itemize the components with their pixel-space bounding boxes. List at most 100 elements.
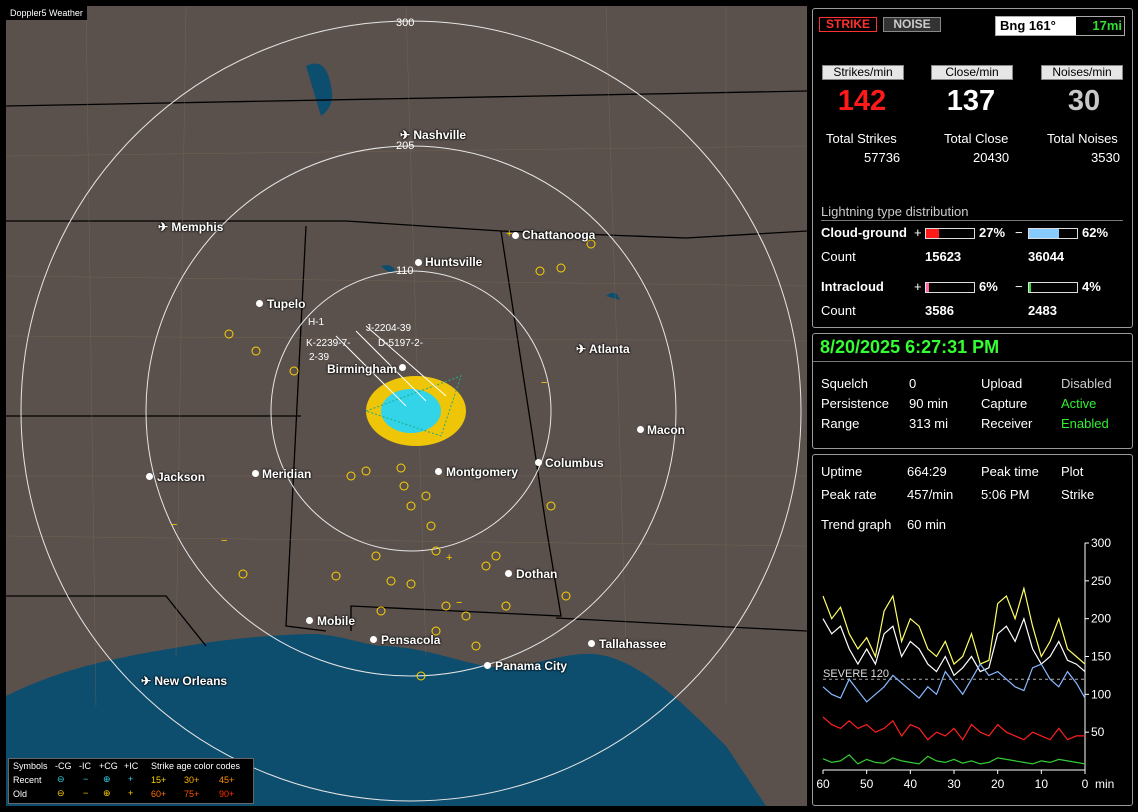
pos-ic-old-icon: + — [128, 788, 134, 798]
cg-negative-count: 36044 — [1028, 249, 1065, 264]
strikes-per-min-label: Strikes/min — [822, 65, 904, 80]
x-axis-label: min — [1095, 777, 1114, 791]
strikes-per-min-value: 142 — [837, 85, 887, 117]
status-panel: 8/20/2025 6:27:31 PM Squelch 0 Persisten… — [812, 333, 1133, 449]
city-dot — [637, 426, 644, 433]
ic-negative-bar — [1028, 282, 1078, 293]
cg-pos-sign: + — [914, 225, 922, 240]
cloud-ground-label: Cloud-ground — [821, 225, 907, 240]
plot-label: Plot — [1061, 464, 1084, 479]
city-mobile: Mobile — [317, 614, 355, 628]
cg-negative-pct: 62% — [1082, 225, 1109, 240]
capture-value: Active — [1061, 396, 1097, 411]
legend-header: +CG — [99, 761, 118, 771]
neg-cg-old-icon: ⊖ — [57, 788, 65, 798]
svg-text:−: − — [541, 377, 547, 389]
strike-button[interactable]: STRIKE — [819, 17, 877, 32]
total-close-value: 20430 — [973, 150, 1010, 165]
city-dot — [588, 640, 595, 647]
cg-neg-sign: − — [1015, 225, 1023, 240]
storm-label: D-5197-2- — [378, 338, 424, 349]
legend-symbols-label: Symbols — [13, 761, 48, 771]
capture-label: Capture — [981, 396, 1028, 411]
distribution-title: Lightning type distribution — [821, 204, 969, 219]
city-dot — [484, 662, 491, 669]
city-jackson: Jackson — [157, 470, 206, 484]
x-tick-label: 30 — [947, 777, 961, 791]
ic-positive-count: 3586 — [925, 303, 954, 318]
y-tick-label: 200 — [1091, 612, 1111, 626]
peak-time-label: Peak time — [981, 464, 1039, 479]
ic-neg-sign: − — [1015, 279, 1023, 294]
city-macon: Macon — [647, 423, 686, 437]
uptime-value: 664:29 — [907, 464, 947, 479]
legend-age-title: Strike age color codes — [151, 761, 241, 771]
age-75: 75+ — [184, 789, 200, 799]
city-atlanta: ✈ Atlanta — [576, 342, 630, 356]
city-montgomery: Montgomery — [446, 465, 518, 479]
city-dot — [512, 232, 519, 239]
x-tick-label: 10 — [1035, 777, 1049, 791]
city-new-orleans: ✈ New Orleans — [141, 674, 228, 688]
x-tick-label: 20 — [991, 777, 1005, 791]
map-title: Doppler5 Weather — [6, 6, 87, 20]
peak-rate-label: Peak rate — [821, 487, 877, 502]
legend-header: -IC — [79, 761, 91, 771]
age-30: 30+ — [184, 775, 200, 785]
cg-positive-count: 15623 — [925, 249, 962, 264]
city-meridian: Meridian — [262, 467, 312, 481]
total-noises-value: 3530 — [1091, 150, 1120, 165]
age-60: 60+ — [151, 789, 167, 799]
age-45: 45+ — [219, 775, 235, 785]
city-dothan: Dothan — [516, 567, 558, 581]
plot-value[interactable]: Strike — [1061, 487, 1094, 502]
ring-label-300: 300 — [396, 17, 414, 29]
series-line-cg — [822, 716, 1085, 741]
pos-ic-recent-icon: + — [128, 774, 134, 784]
trend-chart: 3002502001501005060 50 40 30 20 10 0 minSEVERE … — [816, 537, 1114, 791]
city-dot — [399, 364, 406, 371]
close-per-min-label: Close/min — [931, 65, 1013, 80]
receiver-label: Receiver — [981, 416, 1033, 431]
x-tick-label: 50 — [860, 777, 874, 791]
storm-label: K-2239-7- — [306, 338, 351, 349]
city-dot — [435, 468, 442, 475]
city-dot — [252, 470, 259, 477]
neg-ic-recent-icon: − — [83, 774, 89, 784]
y-tick-label: 250 — [1091, 574, 1111, 588]
divider — [821, 220, 1123, 221]
range-value: 313 mi — [909, 416, 949, 431]
age-90: 90+ — [219, 789, 235, 799]
storm-label: J-2204-39 — [366, 323, 412, 334]
receiver-value: Enabled — [1061, 416, 1109, 431]
y-tick-label: 150 — [1091, 650, 1111, 664]
city-dot — [256, 300, 263, 307]
city-huntsville: Huntsville — [425, 255, 483, 269]
y-tick-label: 100 — [1091, 687, 1111, 701]
neg-ic-old-icon: − — [83, 788, 89, 798]
trend-panel: Uptime 664:29 Peak time 5:06 PM Plot Str… — [812, 454, 1133, 806]
persistence-value: 90 min — [909, 396, 949, 411]
cg-positive-bar — [925, 228, 975, 239]
x-tick-label: 60 — [816, 777, 830, 791]
legend-old-label: Old — [13, 789, 28, 799]
ic-count-label: Count — [821, 303, 856, 318]
upload-label: Upload — [981, 376, 1023, 391]
series-line-total — [822, 586, 1086, 666]
pos-cg-old-icon: ⊕ — [103, 788, 111, 798]
storm-cell — [364, 375, 466, 446]
noise-button[interactable]: NOISE — [883, 17, 941, 32]
ic-negative-pct: 4% — [1082, 279, 1101, 294]
squelch-label: Squelch — [821, 376, 868, 391]
map-background: 300 205 110 +−− −+− — [6, 6, 807, 806]
city-nashville: ✈ Nashville — [400, 128, 467, 142]
legend-header: +IC — [124, 761, 139, 771]
bearing-value: Bng 161° — [1000, 18, 1056, 33]
city-birmingham: Birmingham — [327, 362, 398, 376]
radar-map[interactable]: 300 205 110 + − − − + − H-1 K-2239-7- D-… — [6, 6, 807, 806]
city-panama-city: Panama City — [495, 659, 568, 673]
city-dot — [370, 636, 377, 643]
city-tallahassee: Tallahassee — [599, 637, 667, 651]
legend-recent-label: Recent — [13, 775, 42, 785]
city-tupelo: Tupelo — [267, 297, 306, 311]
